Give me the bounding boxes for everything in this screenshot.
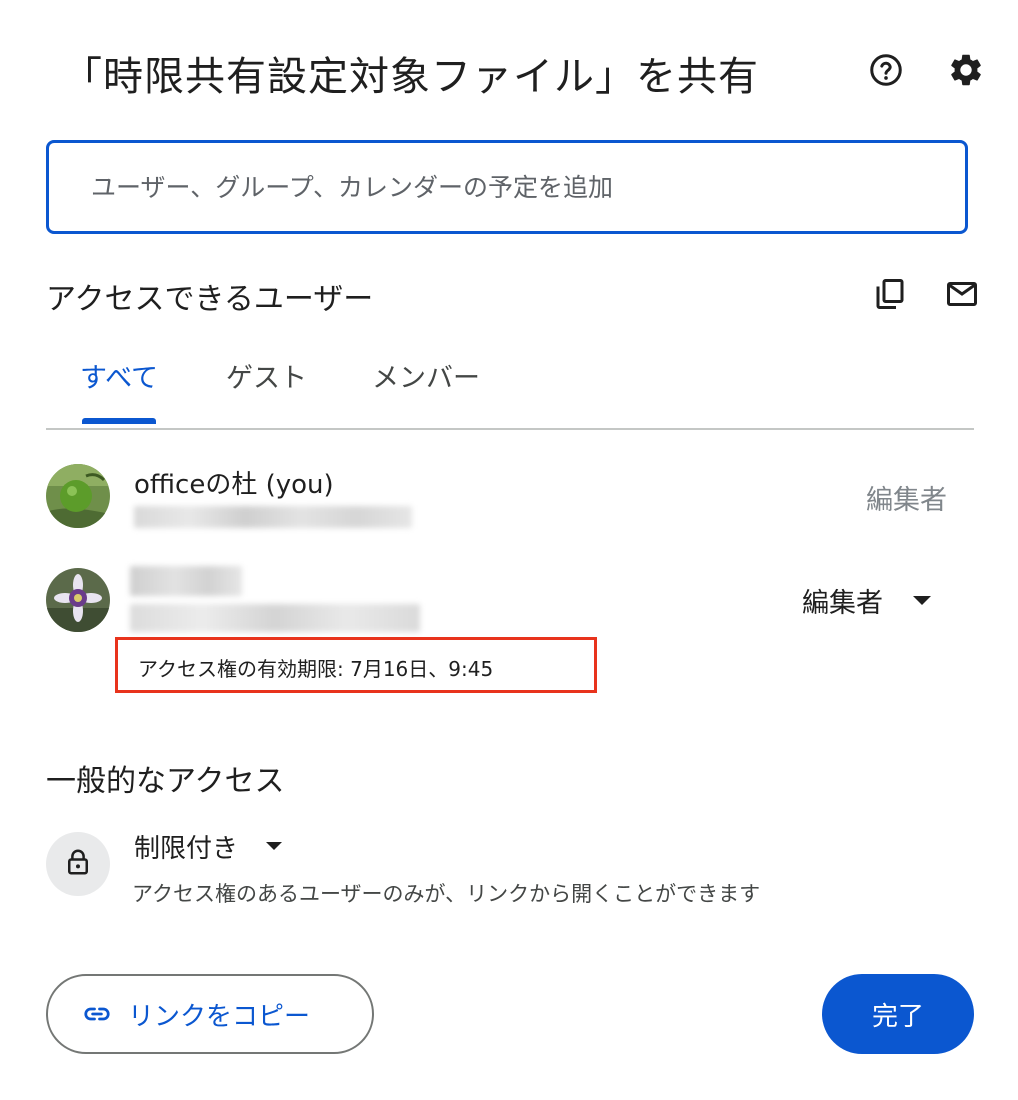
redacted-email <box>134 506 412 528</box>
user-role: 編集者 <box>866 485 947 516</box>
general-access-title: 一般的なアクセス <box>46 764 285 799</box>
access-tabs: すべて ゲスト メンバー <box>46 344 974 430</box>
user-name: officeの杜 (you) <box>134 470 334 500</box>
done-button[interactable]: 完了 <box>822 974 974 1054</box>
copy-emails-icon <box>872 276 908 316</box>
tab-all[interactable]: すべて <box>80 356 158 395</box>
share-dialog: 「時限共有設定対象ファイル」を共有 アクセスできるユーザー <box>0 0 1018 1100</box>
add-people-field[interactable] <box>46 140 968 234</box>
link-icon <box>82 999 112 1029</box>
general-access-level: 制限付き <box>134 833 239 864</box>
done-label: 完了 <box>871 1001 924 1032</box>
avatar <box>46 568 110 632</box>
lock-badge <box>46 832 110 896</box>
caret-down-icon <box>266 842 283 850</box>
help-circle-icon <box>868 52 904 92</box>
caret-down-icon <box>913 595 931 605</box>
dialog-title: 「時限共有設定対象ファイル」を共有 <box>62 54 759 100</box>
people-with-access-title: アクセスできるユーザー <box>46 282 374 317</box>
tab-members[interactable]: メンバー <box>372 356 480 395</box>
lock-icon <box>63 847 93 881</box>
active-tab-indicator <box>82 418 156 424</box>
email-button[interactable] <box>938 272 986 320</box>
redacted-email <box>130 604 420 632</box>
email-icon <box>944 276 980 316</box>
settings-button[interactable] <box>942 48 990 96</box>
copy-link-label: リンクをコピー <box>128 1001 311 1032</box>
general-access-dropdown[interactable]: 制限付き <box>134 826 283 866</box>
expiry-highlight: アクセス権の有効期限: 7月16日、9:45 <box>115 637 597 693</box>
role-dropdown[interactable]: 編集者 <box>802 580 931 620</box>
role-label: 編集者 <box>802 587 883 619</box>
tab-guests[interactable]: ゲスト <box>226 356 307 395</box>
redacted-name <box>130 566 242 596</box>
access-expiry: アクセス権の有効期限: 7月16日、9:45 <box>138 657 494 681</box>
avatar <box>46 464 110 528</box>
copy-emails-button[interactable] <box>866 272 914 320</box>
help-button[interactable] <box>862 48 910 96</box>
gear-icon <box>947 51 985 93</box>
general-access-description: アクセス権のあるユーザーのみが、リンクから開くことができます <box>132 882 761 906</box>
copy-link-button[interactable]: リンクをコピー <box>46 974 374 1054</box>
add-people-input[interactable] <box>89 171 933 203</box>
